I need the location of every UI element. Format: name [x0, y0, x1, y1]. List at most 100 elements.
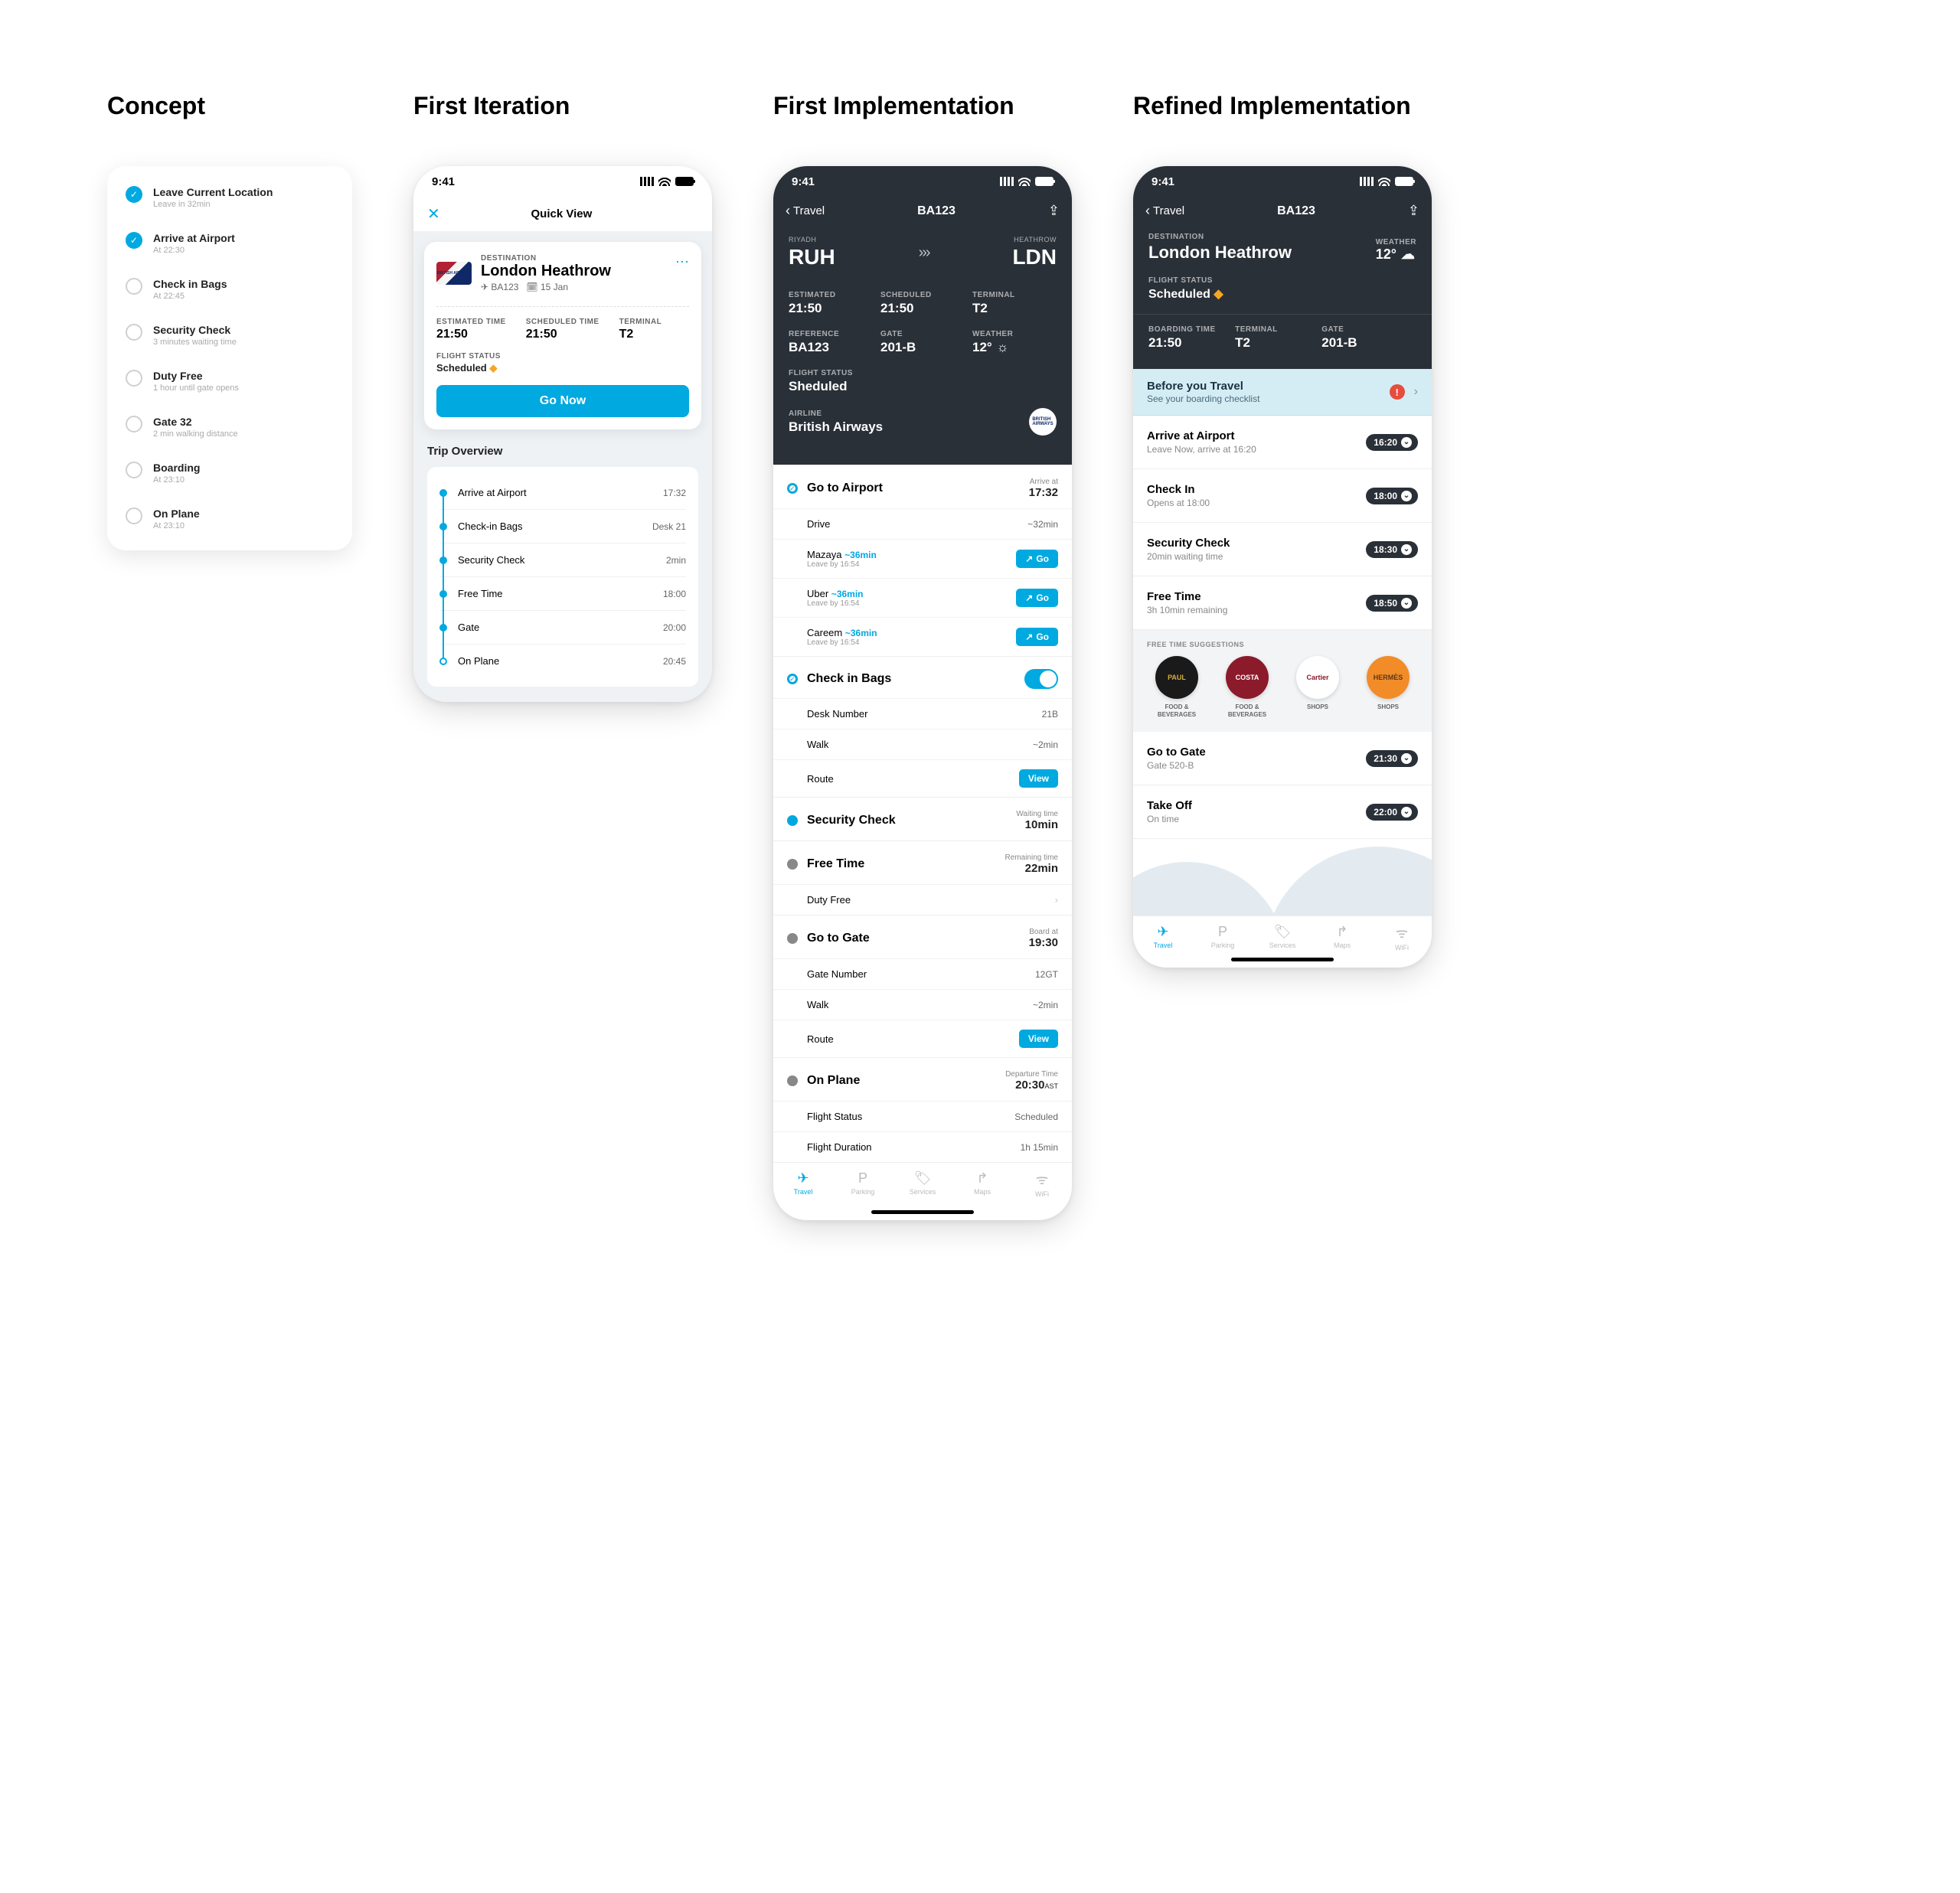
sugg-item[interactable]: HERMÈSSHOPS: [1358, 656, 1418, 718]
go-button[interactable]: ↗ Go: [1016, 589, 1058, 607]
trip-section: Free TimeRemaining time22minDuty Free›: [773, 840, 1072, 915]
sugg-item[interactable]: COSTAFOOD & BEVERAGES: [1217, 656, 1277, 718]
status-icons: [640, 177, 694, 186]
airline-label: AIRLINE: [789, 410, 939, 418]
tab-parking[interactable]: PParking: [833, 1170, 893, 1198]
section-header[interactable]: ✓Check in Bags: [773, 657, 1072, 698]
tab-maps[interactable]: ↱Maps: [1312, 924, 1372, 951]
tab-parking[interactable]: PParking: [1193, 924, 1253, 951]
section-sub-row: Desk Number21B: [773, 698, 1072, 729]
sub-name: Mazaya: [807, 549, 842, 560]
maps-icon: ↱: [1312, 924, 1372, 940]
view-button[interactable]: View: [1019, 769, 1058, 788]
sub-name: Flight Status: [807, 1111, 862, 1122]
step-title: Free Time: [1147, 590, 1357, 603]
section-sub-row[interactable]: RouteView: [773, 1020, 1072, 1057]
section-title: Go to Airport: [807, 481, 1020, 495]
section-dot-icon: ✓: [787, 674, 798, 684]
sugg-item[interactable]: CartierSHOPS: [1288, 656, 1348, 718]
timeline-row[interactable]: On Plane20:45: [439, 645, 686, 677]
section-sub-row[interactable]: Mazaya ~36minLeave by 16:54↗ Go: [773, 539, 1072, 578]
section-sub-row[interactable]: Duty Free›: [773, 884, 1072, 915]
quickview-header: ✕ Quick View: [413, 197, 712, 231]
tab-travel[interactable]: ✈Travel: [773, 1170, 833, 1198]
trip-step[interactable]: Free Time3h 10min remaining18:50⌄: [1133, 576, 1432, 630]
status-dot-icon: ◆: [1214, 288, 1223, 301]
section-dot-icon: [787, 815, 798, 826]
section-header[interactable]: ✓Go to AirportArrive at17:32: [773, 465, 1072, 508]
sub-name: Desk Number: [807, 708, 867, 720]
go-button[interactable]: ↗ Go: [1016, 550, 1058, 568]
step-sub: At 23:10: [153, 475, 200, 485]
trip-step[interactable]: Go to GateGate 520-B21:30⌄: [1133, 732, 1432, 785]
meta-value: 201-B: [1321, 335, 1416, 351]
share-icon[interactable]: ⇪: [1048, 203, 1060, 219]
toggle[interactable]: [1024, 669, 1058, 689]
chevron-down-icon: ⌄: [1401, 437, 1412, 448]
tab-wifi[interactable]: ᯤWiFi: [1012, 1170, 1072, 1198]
impl2-header: 9:41 ‹Travel BA123 ⇪ DESTINATIONLondon H…: [1133, 166, 1432, 369]
tab-services[interactable]: 🏷Services: [1253, 924, 1312, 951]
time-pill: 16:20⌄: [1366, 434, 1418, 451]
tab-wifi[interactable]: ᯤWiFi: [1372, 924, 1432, 951]
meta-value: 21:50: [436, 328, 506, 341]
chevron-right-icon: ›: [1414, 385, 1418, 399]
trip-step[interactable]: Security Check20min waiting time18:30⌄: [1133, 523, 1432, 576]
go-now-button[interactable]: Go Now: [436, 385, 689, 417]
weather-icon: ☼: [997, 340, 1009, 355]
section-dot-icon: [787, 933, 798, 944]
check-icon: ✓: [126, 232, 142, 249]
tab-travel[interactable]: ✈Travel: [1133, 924, 1193, 951]
info-value: 21:50: [789, 301, 873, 316]
share-icon[interactable]: ⇪: [1408, 203, 1419, 219]
timeline-row[interactable]: Arrive at Airport17:32: [439, 476, 686, 510]
section-sub-row[interactable]: RouteView: [773, 759, 1072, 797]
before-travel-banner[interactable]: Before you TravelSee your boarding check…: [1133, 369, 1432, 416]
circle-icon: [126, 370, 142, 387]
back-button[interactable]: ‹Travel: [1145, 203, 1184, 219]
decorative-clouds: [1133, 839, 1432, 915]
airline-logo: BRITISH AIRWAYS: [436, 262, 472, 285]
section-sub-row[interactable]: Careem ~36minLeave by 16:54↗ Go: [773, 617, 1072, 656]
timeline-row[interactable]: Gate20:00: [439, 611, 686, 645]
view-button[interactable]: View: [1019, 1030, 1058, 1048]
timeline-name: On Plane: [458, 655, 663, 667]
tab-maps[interactable]: ↱Maps: [952, 1170, 1012, 1198]
sub-value: ~2min: [1033, 739, 1058, 750]
sub-value: ~2min: [1033, 1000, 1058, 1010]
timeline-row[interactable]: Security Check2min: [439, 543, 686, 577]
sub-leaveby: Leave by 16:54: [807, 560, 1016, 569]
external-icon: ↗: [1025, 632, 1033, 642]
timeline-value: 18:00: [663, 589, 686, 599]
close-icon[interactable]: ✕: [427, 204, 440, 224]
info-label: WEATHER: [972, 330, 1057, 338]
more-icon[interactable]: ⋯: [675, 254, 689, 270]
banner-title: Before you Travel: [1147, 380, 1380, 393]
section-header[interactable]: Free TimeRemaining time22min: [773, 841, 1072, 884]
timeline-name: Check-in Bags: [458, 521, 652, 532]
back-button[interactable]: ‹Travel: [786, 203, 825, 219]
section-sub-row[interactable]: Uber ~36minLeave by 16:54↗ Go: [773, 578, 1072, 617]
status-icons: [1360, 177, 1413, 186]
step-sub: 3h 10min remaining: [1147, 605, 1357, 615]
step-sub: On time: [1147, 814, 1357, 824]
section-header[interactable]: Go to GateBoard at19:30: [773, 915, 1072, 958]
section-header[interactable]: On PlaneDeparture Time20:30AST: [773, 1058, 1072, 1101]
timeline-row[interactable]: Check-in BagsDesk 21: [439, 510, 686, 543]
section-meta: Remaining time22min: [1005, 853, 1058, 875]
sub-value: ~32min: [1027, 519, 1058, 530]
go-button[interactable]: ↗ Go: [1016, 628, 1058, 646]
trip-step[interactable]: Take OffOn time22:00⌄: [1133, 785, 1432, 839]
timeline-row[interactable]: Free Time18:00: [439, 577, 686, 611]
trip-step[interactable]: Check InOpens at 18:0018:00⌄: [1133, 469, 1432, 523]
trip-step[interactable]: Arrive at AirportLeave Now, arrive at 16…: [1133, 416, 1432, 469]
section-header[interactable]: Security CheckWaiting time10min: [773, 798, 1072, 840]
step-title: Security Check: [153, 324, 237, 336]
sugg-item[interactable]: PAULFOOD & BEVERAGES: [1147, 656, 1207, 718]
trip-step-list-2: Go to GateGate 520-B21:30⌄Take OffOn tim…: [1133, 732, 1432, 839]
flight-card: ⋯ BRITISH AIRWAYS DESTINATION London Hea…: [424, 242, 701, 429]
circle-icon: [126, 508, 142, 524]
tab-services[interactable]: 🏷Services: [893, 1170, 952, 1198]
concept-step: Security Check3 minutes waiting time: [126, 324, 334, 347]
route-row: RIYADHRUH ››› HEATHROWLDN: [773, 225, 1072, 283]
